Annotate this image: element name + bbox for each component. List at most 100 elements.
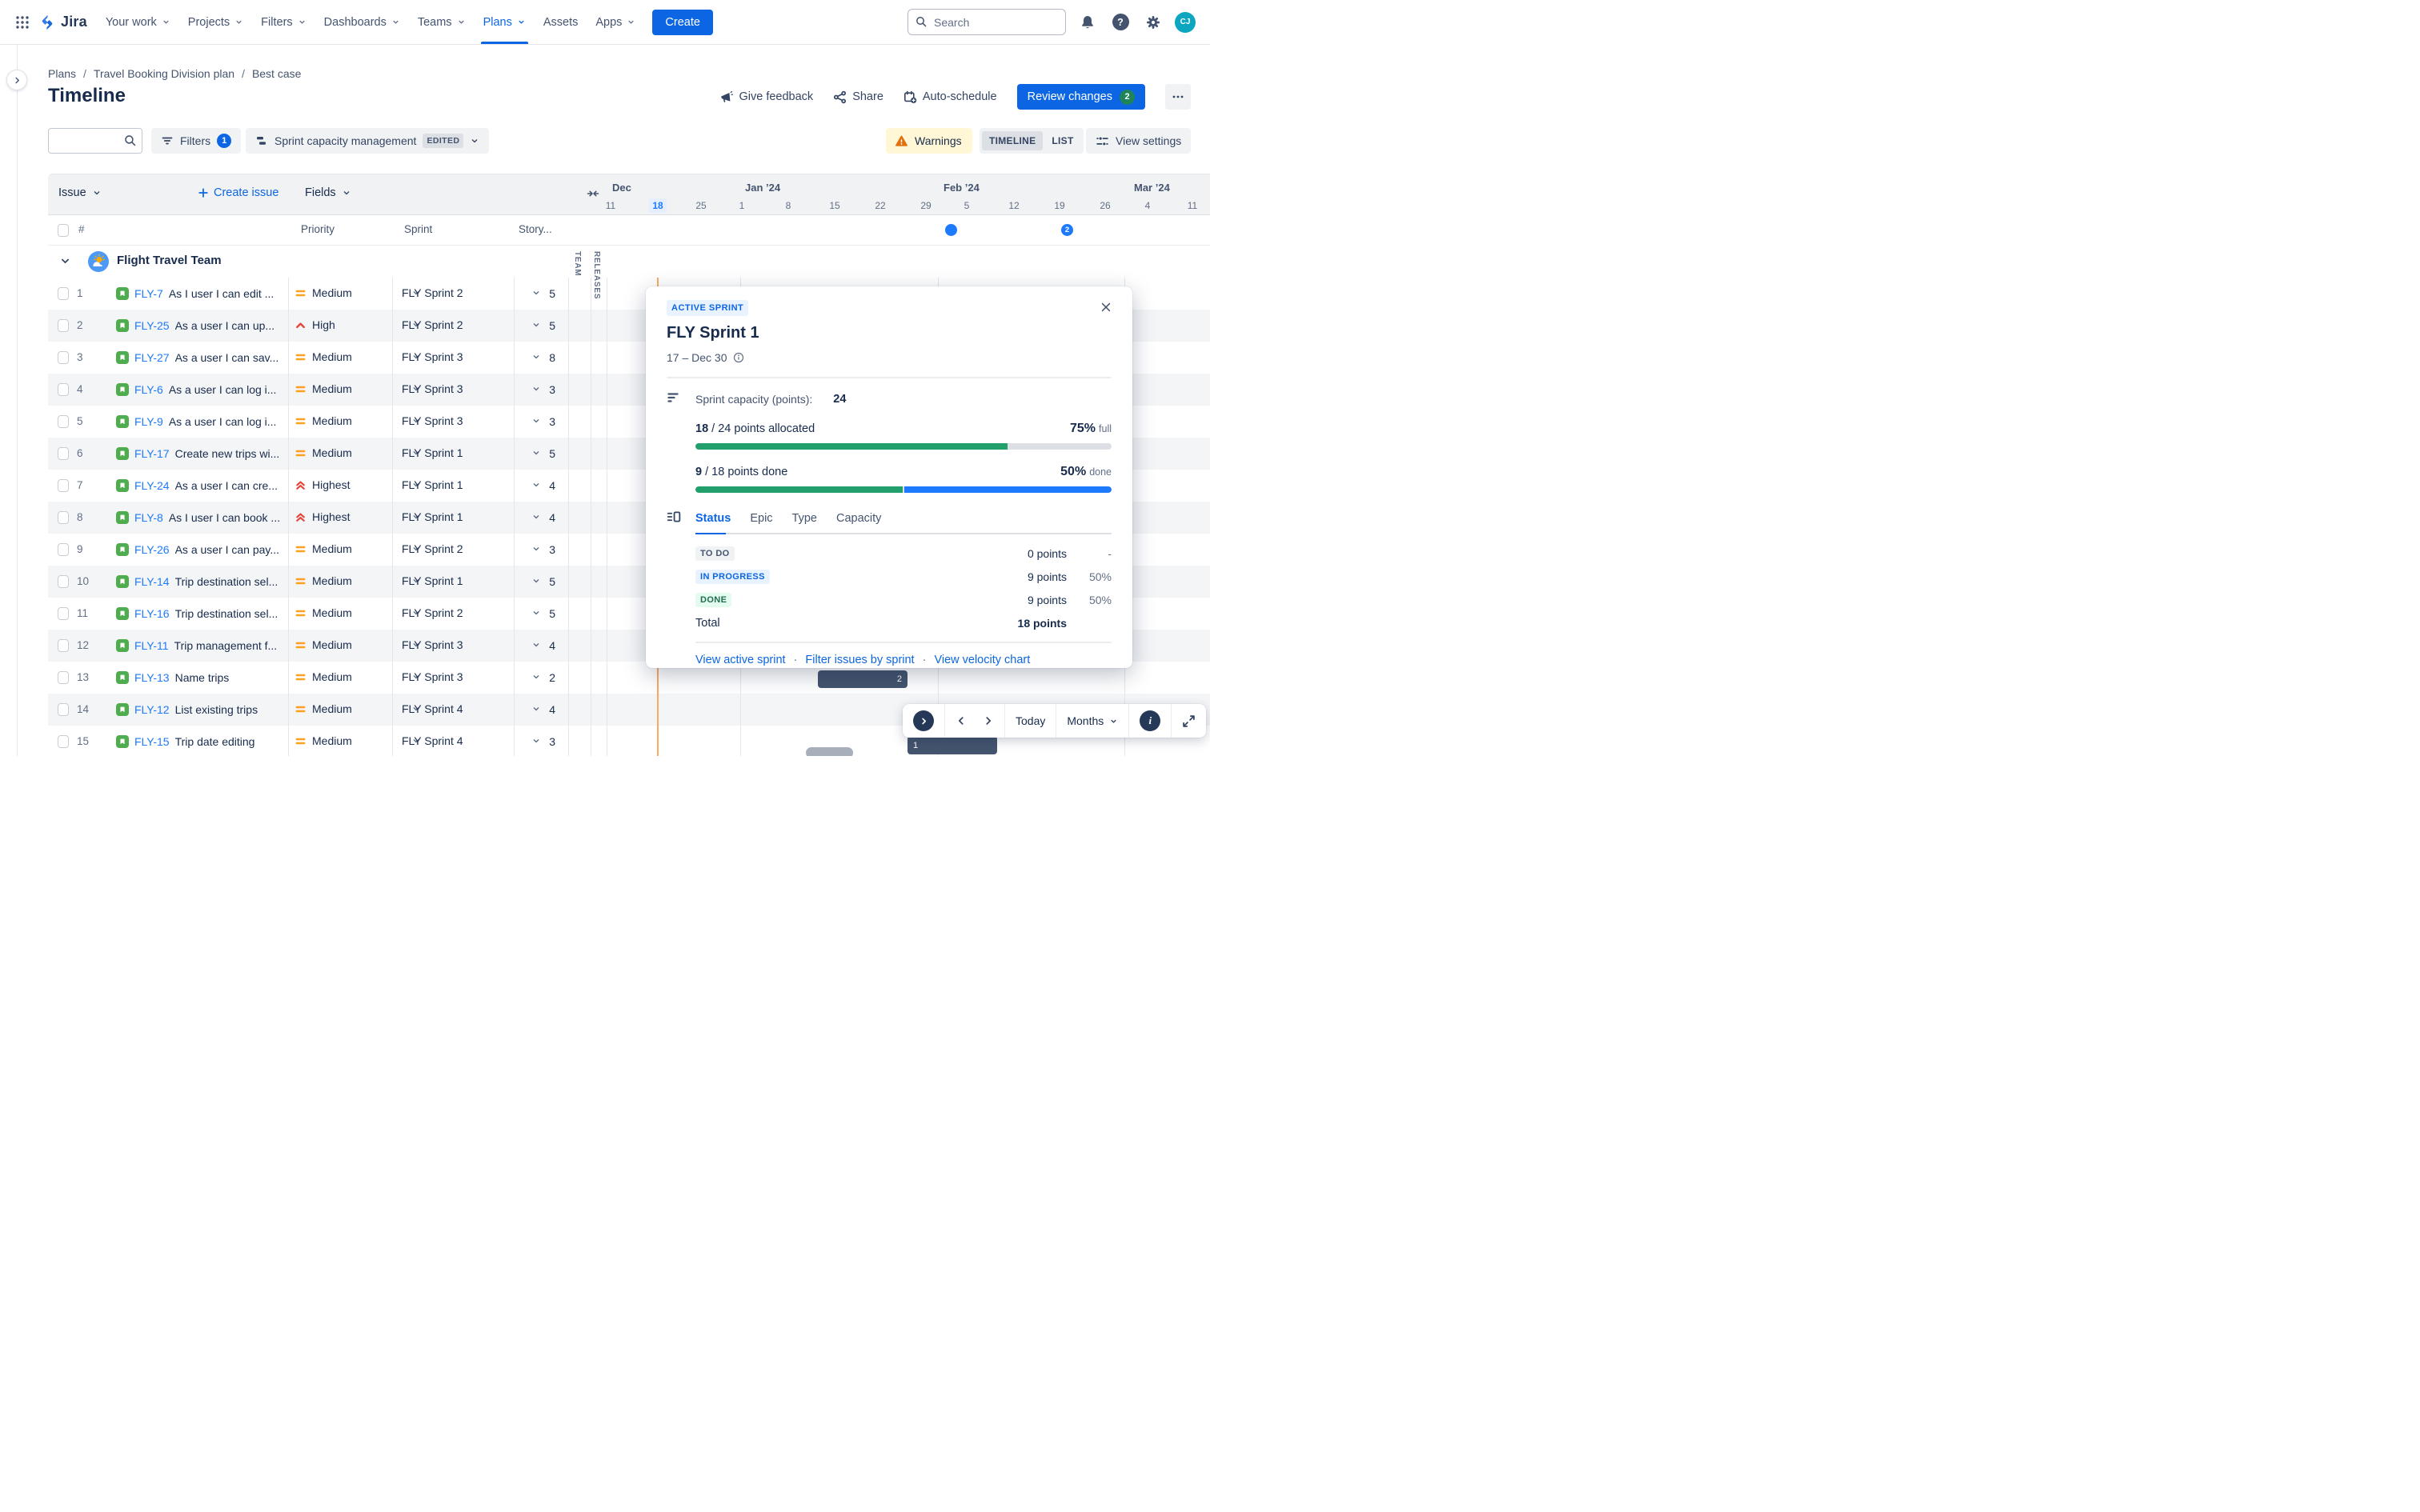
nav-item-filters[interactable]: Filters: [252, 0, 315, 44]
create-button[interactable]: Create: [652, 9, 713, 35]
breadcrumb-link[interactable]: Travel Booking Division plan: [94, 67, 234, 80]
issue-key-link[interactable]: FLY-25: [134, 319, 170, 332]
row-checkbox[interactable]: [58, 575, 69, 588]
avatar[interactable]: CJ: [1175, 11, 1196, 33]
issue-key-link[interactable]: FLY-8: [134, 511, 163, 524]
scroll-right-button[interactable]: [983, 715, 994, 726]
create-issue-button[interactable]: Create issue: [198, 186, 278, 199]
tab-status[interactable]: Status: [695, 512, 731, 525]
info-button[interactable]: i: [1140, 710, 1161, 731]
issue-key-link[interactable]: FLY-9: [134, 415, 163, 428]
issue-menu[interactable]: Issue: [58, 186, 102, 199]
row-checkbox[interactable]: [58, 319, 69, 332]
notifications-icon[interactable]: [1076, 11, 1099, 34]
nav-item-plans[interactable]: Plans: [475, 0, 535, 44]
week-tick: 15: [829, 200, 840, 211]
issue-key-link[interactable]: FLY-16: [134, 607, 170, 620]
issue-key-link[interactable]: FLY-12: [134, 703, 170, 716]
fields-menu[interactable]: Fields: [305, 186, 351, 199]
issue-key-link[interactable]: FLY-17: [134, 447, 170, 460]
nav-item-your-work[interactable]: Your work: [97, 0, 179, 44]
filters-button[interactable]: Filters 1: [151, 128, 242, 154]
row-checkbox[interactable]: [58, 447, 69, 460]
row-checkbox[interactable]: [58, 479, 69, 492]
nav-item-assets[interactable]: Assets: [535, 0, 587, 44]
collapse-columns-icon[interactable]: [587, 187, 599, 202]
share-button[interactable]: Share: [833, 90, 883, 104]
row-checkbox[interactable]: [58, 351, 69, 364]
today-button[interactable]: Today: [1016, 714, 1045, 727]
settings-icon[interactable]: [1142, 11, 1164, 34]
share-icon: [834, 90, 847, 103]
gantt-bar[interactable]: 1: [908, 736, 997, 754]
row-checkbox[interactable]: [58, 511, 69, 524]
issue-key-link[interactable]: FLY-14: [134, 575, 170, 588]
issue-key-link[interactable]: FLY-13: [134, 671, 170, 684]
list-mode-button[interactable]: LIST: [1044, 131, 1080, 150]
view-settings-button[interactable]: View settings: [1086, 128, 1192, 154]
chevron-down-icon: [393, 20, 399, 24]
expand-panel-button[interactable]: [913, 710, 934, 731]
row-checkbox[interactable]: [58, 607, 69, 620]
popup-link-view-velocity-chart[interactable]: View velocity chart: [934, 654, 1030, 666]
jira-logo[interactable]: Jira: [38, 14, 87, 31]
row-checkbox[interactable]: [58, 415, 69, 428]
story-points-value: 5: [549, 319, 555, 332]
story-icon: [116, 575, 129, 588]
issue-key-link[interactable]: FLY-15: [134, 735, 170, 748]
nav-item-apps[interactable]: Apps: [587, 0, 644, 44]
review-changes-badge: 2: [1120, 89, 1135, 105]
team-column-label: TEAM: [573, 251, 582, 277]
review-changes-button[interactable]: Review changes 2: [1016, 84, 1145, 110]
row-checkbox[interactable]: [58, 735, 69, 748]
close-icon[interactable]: [1100, 302, 1112, 315]
story-points-value: 2: [549, 671, 555, 684]
zoom-level-select[interactable]: Months: [1067, 714, 1118, 727]
tab-type[interactable]: Type: [792, 512, 817, 525]
breadcrumb-link[interactable]: Plans: [48, 67, 76, 80]
nav-item-projects[interactable]: Projects: [179, 0, 252, 44]
row-checkbox[interactable]: [58, 383, 69, 396]
collapse-team-icon[interactable]: [60, 256, 70, 269]
gantt-bar[interactable]: [806, 747, 853, 756]
row-checkbox[interactable]: [58, 543, 69, 556]
row-number: 3: [77, 351, 83, 363]
app-switcher-icon[interactable]: [11, 11, 34, 34]
gantt-bar[interactable]: 2: [818, 670, 908, 688]
timeline-mode-button[interactable]: TIMELINE: [982, 131, 1044, 150]
row-checkbox[interactable]: [58, 703, 69, 716]
popup-link-filter-issues-by-sprint[interactable]: Filter issues by sprint: [805, 654, 914, 666]
select-all-checkbox[interactable]: [58, 224, 69, 237]
issue-key-link[interactable]: FLY-11: [134, 639, 169, 652]
warnings-button[interactable]: Warnings: [886, 128, 972, 154]
issue-key-link[interactable]: FLY-24: [134, 479, 170, 492]
release-marker[interactable]: [945, 224, 957, 236]
row-checkbox[interactable]: [58, 639, 69, 652]
saved-view-button[interactable]: Sprint capacity management EDITED: [246, 128, 490, 154]
fullscreen-button[interactable]: [1182, 714, 1196, 728]
priority-high-icon: [296, 322, 305, 328]
issue-key-link[interactable]: FLY-27: [134, 351, 170, 364]
nav-item-dashboards[interactable]: Dashboards: [315, 0, 409, 44]
story-points-value: 3: [549, 735, 555, 748]
info-icon[interactable]: [733, 352, 744, 363]
tab-epic[interactable]: Epic: [750, 512, 772, 525]
nav-item-teams[interactable]: Teams: [409, 0, 475, 44]
issue-key-link[interactable]: FLY-7: [134, 287, 163, 300]
popup-link-view-active-sprint[interactable]: View active sprint: [695, 654, 786, 666]
scroll-left-button[interactable]: [956, 715, 967, 726]
row-checkbox[interactable]: [58, 287, 69, 300]
breadcrumb-link[interactable]: Best case: [252, 67, 301, 80]
row-checkbox[interactable]: [58, 671, 69, 684]
view-mode-toggle: TIMELINE LIST: [980, 128, 1084, 154]
release-marker[interactable]: 2: [1061, 224, 1073, 236]
tab-capacity[interactable]: Capacity: [836, 512, 881, 525]
give-feedback-button[interactable]: Give feedback: [719, 90, 813, 104]
expand-sidebar-button[interactable]: [6, 70, 27, 90]
auto-schedule-button[interactable]: Auto-schedule: [903, 90, 997, 104]
issue-key-link[interactable]: FLY-6: [134, 383, 163, 396]
help-icon[interactable]: ?: [1109, 11, 1132, 34]
search-input[interactable]: [908, 9, 1066, 35]
more-actions-button[interactable]: [1165, 84, 1191, 110]
issue-key-link[interactable]: FLY-26: [134, 543, 170, 556]
